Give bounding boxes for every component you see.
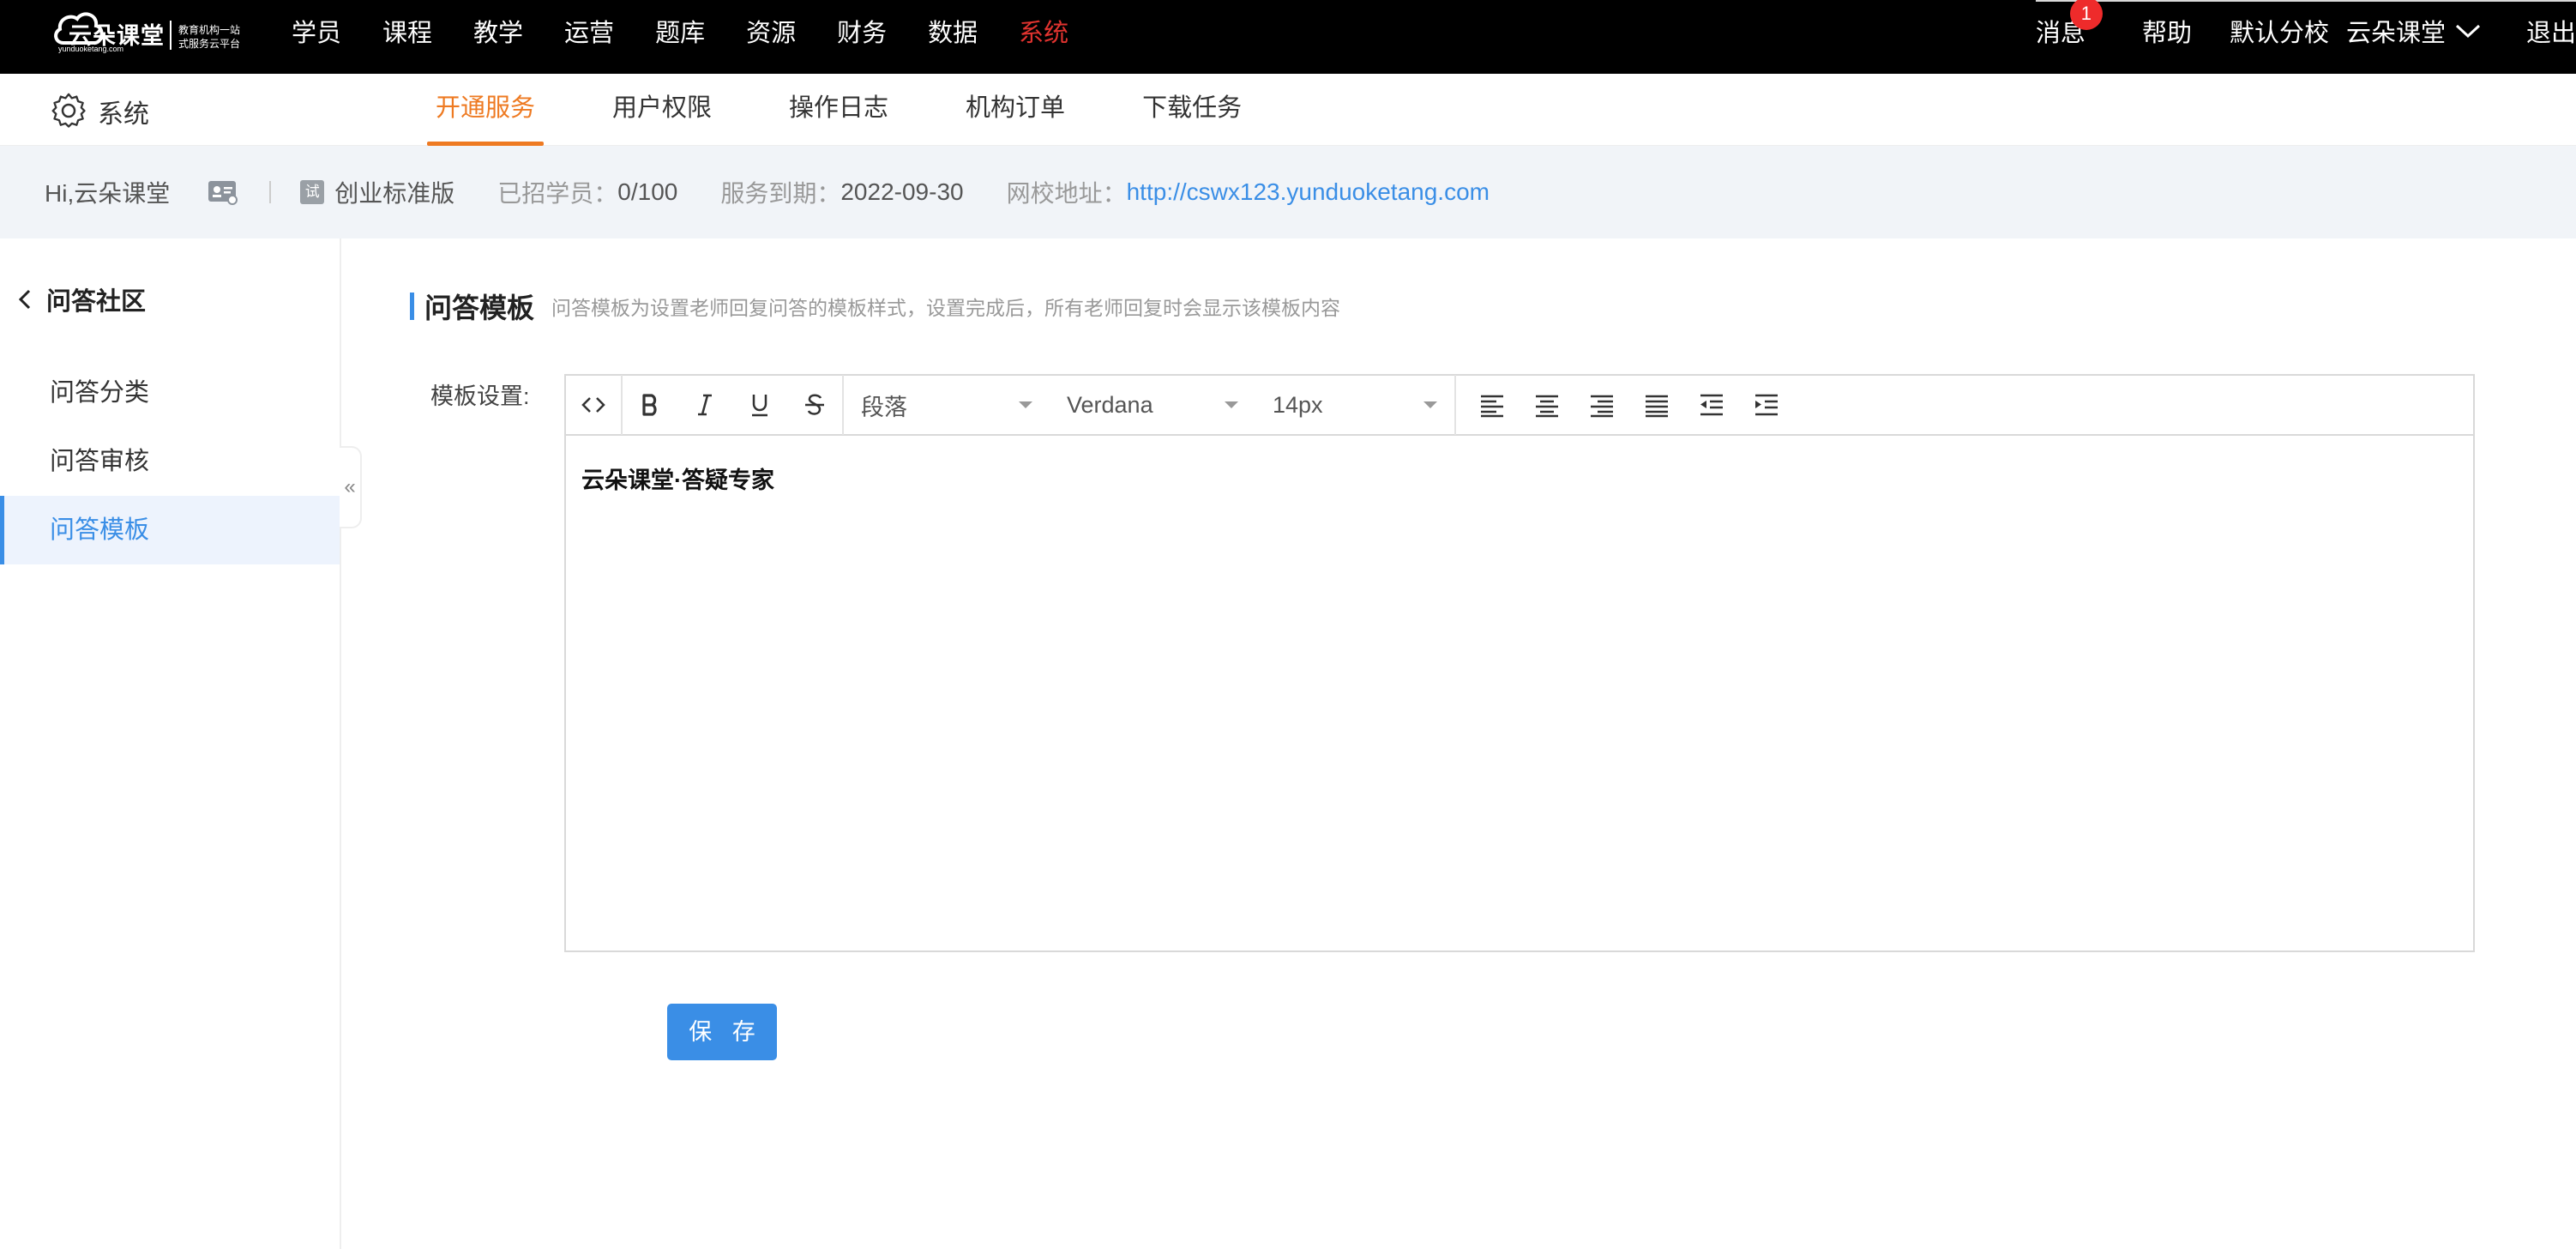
strikethrough-button[interactable] [787,375,842,435]
chevron-left-icon [18,289,31,310]
logo-tagline-1: 教育机构一站 [178,24,241,36]
sub-tabs: 开通服务 用户权限 操作日志 机构订单 下载任务 [427,74,1310,146]
nav-item-students[interactable]: 学员 [292,13,341,49]
nav-item-system[interactable]: 系统 [1019,13,1068,49]
align-right-icon [1591,395,1613,418]
toolbar-group-selects: 段落 Verdana 14px [844,375,1456,435]
students-label: 已招学员： [497,180,618,207]
bold-button[interactable] [623,375,677,435]
students-value: 0/100 [617,178,678,205]
nav-item-resources[interactable]: 资源 [746,13,796,49]
font-size-select[interactable]: 14px [1255,375,1454,435]
brand-logo[interactable]: 云朵课堂 yunduoketang.com 教育机构一站 式服务云平台 [51,5,249,57]
editor-content[interactable]: 云朵课堂·答疑专家 [581,462,774,495]
bold-icon [642,394,657,416]
sub-nav-bar: 系统 开通服务 用户权限 操作日志 机构订单 下载任务 [0,74,2576,146]
align-center-icon [1536,395,1558,418]
editor-toolbar: 段落 Verdana 14px [566,375,2473,436]
tab-open-service[interactable]: 开通服务 [427,74,545,146]
align-center-button[interactable] [1520,375,1574,435]
nav-item-data[interactable]: 数据 [928,13,978,49]
template-field-label: 模板设置: [430,383,530,409]
main-nav: 学员 课程 教学 运营 题库 资源 财务 数据 系统 [292,0,1110,62]
tab-download-tasks[interactable]: 下载任务 [1134,74,1250,146]
sidebar: 问答社区 问答分类 问答审核 问答模板 [0,238,341,1249]
toolbar-group-source [566,375,623,435]
code-icon [581,397,605,413]
user-name: 云朵课堂 [2345,20,2446,47]
user-menu[interactable]: 云朵课堂 [2346,13,2482,49]
paragraph-select-value: 段落 [861,394,907,420]
outdent-button[interactable] [1684,375,1739,435]
messages-link[interactable]: 消息 1 [2036,0,2103,49]
rich-text-editor: 段落 Verdana 14px 云朵课堂·答疑专家 [564,374,2475,952]
chevron-down-icon [2455,24,2481,39]
font-family-select[interactable]: Verdana [1050,375,1255,435]
logout-link[interactable]: 退出 [2526,13,2576,49]
site-label: 网校地址： [1006,180,1127,207]
messages-count-badge: 1 [2069,0,2103,30]
nav-item-courses[interactable]: 课程 [382,13,432,49]
sidebar-collapse-toggle[interactable]: « [340,446,362,528]
sidebar-title: 问答社区 [46,288,147,316]
tab-operation-log[interactable]: 操作日志 [780,74,897,146]
sidebar-item-qa-category[interactable]: 问答分类 [0,359,340,427]
tab-user-permissions[interactable]: 用户权限 [604,74,720,146]
align-left-button[interactable] [1465,375,1520,435]
indent-button[interactable] [1739,375,1794,435]
nav-item-operations[interactable]: 运营 [564,13,614,49]
tab-org-orders[interactable]: 机构订单 [957,74,1074,146]
nav-item-teaching[interactable]: 教学 [473,13,523,49]
align-justify-icon [1646,395,1668,418]
id-card-icon[interactable] [208,179,238,205]
sidebar-item-qa-template[interactable]: 问答模板 [0,496,340,564]
nav-item-finance[interactable]: 财务 [837,13,887,49]
toolbar-group-align [1456,375,1794,435]
caret-down-icon [1423,401,1437,408]
toolbar-group-format [623,375,844,435]
logo-url: yunduoketang.com [58,45,124,53]
section-heading: 问答模板 问答模板为设置老师回复问答的模板样式，设置完成后，所有老师回复时会显示… [410,287,1340,326]
source-code-button[interactable] [566,375,621,435]
site-url-link[interactable]: http://cswx123.yunduoketang.com [1127,178,1490,206]
top-nav-bar: 云朵课堂 yunduoketang.com 教育机构一站 式服务云平台 学员 课… [0,0,2576,74]
font-family-select-value: Verdana [1067,391,1153,418]
plan-name: 创业标准版 [334,180,455,207]
strikethrough-icon [805,394,824,415]
sidebar-item-qa-review[interactable]: 问答审核 [0,427,340,496]
branch-selector[interactable]: 默认分校 [2230,13,2329,49]
save-button[interactable]: 保 存 [667,1004,777,1060]
logo-divider [170,21,172,50]
greeting: Hi,云朵课堂 [45,180,171,207]
logo-tagline-2: 式服务云平台 [178,38,241,50]
italic-icon [698,394,712,416]
indent-icon [1755,394,1778,416]
nav-item-question-bank[interactable]: 题库 [655,13,705,49]
underline-button[interactable] [732,375,787,435]
expiry-value: 2022-09-30 [840,178,964,205]
align-left-icon [1481,395,1503,418]
align-right-button[interactable] [1574,375,1629,435]
top-right-menu: 消息 1 帮助 默认分校 云朵课堂 退出 [2036,0,2576,62]
section-header: 系统 [50,93,149,130]
heading-accent-bar [410,293,414,320]
info-divider [269,181,272,203]
account-info-bar: Hi,云朵课堂 试 创业标准版 已招学员： 0/100 服务到期： 2022-0… [0,146,2576,238]
paragraph-select[interactable]: 段落 [844,375,1050,435]
section-label: 系统 [98,100,149,129]
page-description: 问答模板为设置老师回复问答的模板样式，设置完成后，所有老师回复时会显示该模板内容 [551,297,1341,319]
help-link[interactable]: 帮助 [2142,13,2192,49]
gear-icon [51,93,86,128]
expiry-label: 服务到期： [720,180,841,207]
caret-down-icon [1019,401,1032,408]
page-title: 问答模板 [424,293,535,323]
italic-button[interactable] [677,375,732,435]
sidebar-back[interactable]: 问答社区 [15,281,146,317]
caret-down-icon [1225,401,1238,408]
align-justify-button[interactable] [1629,375,1684,435]
trial-badge: 试 [300,180,325,204]
font-size-select-value: 14px [1273,391,1323,418]
outdent-icon [1700,394,1723,416]
underline-icon [752,395,767,417]
